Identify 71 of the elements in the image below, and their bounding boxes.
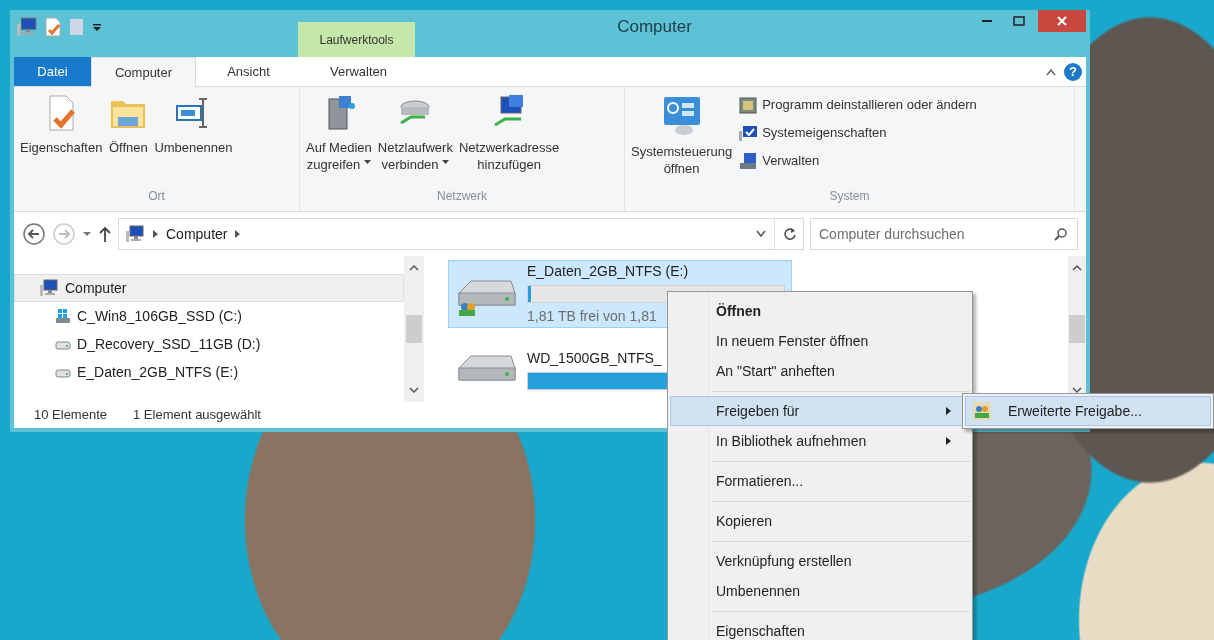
ribbon-tab[interactable]: Datei bbox=[14, 57, 91, 86]
drive-name: E_Daten_2GB_NTFS (E:) bbox=[527, 262, 690, 281]
search-field[interactable]: Computer durchsuchen bbox=[810, 218, 1078, 250]
scroll-down-icon[interactable] bbox=[409, 387, 419, 394]
ribbon-button[interactable]: Systemeigenschaften bbox=[736, 121, 979, 145]
chevron-icon bbox=[153, 230, 158, 238]
drive-name: WD_1500GB_NTFS_ bbox=[527, 349, 663, 368]
menu-item[interactable]: An "Start" anheften bbox=[670, 356, 970, 386]
scroll-thumb[interactable] bbox=[406, 315, 422, 343]
ribbon-button[interactable]: Systemsteuerung öffnen bbox=[629, 91, 735, 179]
scroll-up-icon[interactable] bbox=[409, 264, 419, 271]
monitor-check-icon bbox=[738, 123, 759, 143]
scroll-up-icon[interactable] bbox=[1072, 264, 1082, 271]
users-icon bbox=[972, 401, 992, 421]
group-label: System bbox=[828, 188, 871, 205]
ribbon-button[interactable]: Umbenennen bbox=[152, 91, 235, 158]
scrollbar[interactable] bbox=[404, 256, 424, 402]
tree-item[interactable]: C_Win8_106GB_SSD (C:) bbox=[14, 302, 404, 330]
document-check-icon[interactable] bbox=[44, 17, 62, 37]
back-icon[interactable] bbox=[22, 222, 46, 246]
menu-item[interactable]: Erweiterte Freigabe... bbox=[965, 396, 1211, 426]
minimize-icon bbox=[982, 20, 992, 22]
ribbon-button[interactable]: Auf Medien zugreifen bbox=[304, 91, 374, 175]
selection-count: 1 Element ausgewählt bbox=[133, 406, 261, 425]
menu-item[interactable]: Verknüpfung erstellen bbox=[670, 546, 970, 576]
computer-icon bbox=[16, 16, 38, 38]
computer-management-icon bbox=[738, 151, 759, 171]
scroll-thumb[interactable] bbox=[1069, 315, 1085, 343]
help-icon[interactable]: ? bbox=[1064, 62, 1082, 81]
search-icon bbox=[1054, 227, 1068, 241]
maximize-icon bbox=[1013, 16, 1025, 26]
menu-item[interactable]: In Bibliothek aufnehmen bbox=[670, 426, 970, 456]
windows-drive-icon bbox=[55, 308, 71, 324]
close-icon bbox=[1057, 16, 1067, 26]
dropdown-icon[interactable] bbox=[92, 22, 102, 32]
ribbon-button[interactable]: Eigenschaften bbox=[18, 91, 105, 158]
ribbon-tab[interactable]: Ansicht bbox=[196, 57, 301, 86]
tree-item[interactable]: Computer bbox=[14, 274, 404, 302]
contextual-tab-label: Laufwerktools bbox=[298, 22, 415, 57]
tree-item[interactable]: E_Daten_2GB_NTFS (E:) bbox=[14, 358, 404, 386]
close-button[interactable] bbox=[1038, 10, 1086, 32]
menu-item[interactable]: Umbenennen bbox=[670, 576, 970, 606]
menu-item[interactable]: Eigenschaften bbox=[670, 616, 970, 640]
ribbon-button[interactable]: Netzwerkadresse hinzufügen bbox=[456, 91, 562, 175]
ribbon-button[interactable]: Netzlaufwerk verbinden bbox=[375, 91, 455, 175]
collapse-ribbon-icon[interactable] bbox=[1046, 67, 1056, 76]
ribbon-button[interactable]: Programm deinstallieren oder ändern bbox=[736, 93, 979, 117]
computer-icon bbox=[39, 278, 59, 298]
computer-icon bbox=[125, 224, 145, 244]
window-title: Computer bbox=[616, 16, 693, 39]
menu-item[interactable]: In neuem Fenster öffnen bbox=[670, 326, 970, 356]
menu-item[interactable]: Kopieren bbox=[670, 506, 970, 536]
free-space-text: 1,81 TB frei von 1,81 bbox=[527, 307, 657, 326]
programs-icon bbox=[738, 95, 759, 115]
menu-item[interactable]: Formatieren... bbox=[670, 466, 970, 496]
dropdown-icon[interactable] bbox=[756, 230, 766, 238]
recent-dropdown-icon[interactable] bbox=[82, 230, 92, 238]
ribbon-button[interactable]: Öffnen bbox=[106, 91, 151, 158]
address-field[interactable]: Computer bbox=[118, 218, 804, 250]
group-label: Ort bbox=[147, 188, 166, 205]
ribbon-tab[interactable]: Verwalten bbox=[301, 57, 416, 86]
ribbon-tab[interactable]: Computer bbox=[91, 57, 196, 87]
group-label: Netzwerk bbox=[436, 188, 488, 205]
scroll-down-icon[interactable] bbox=[1072, 387, 1082, 394]
refresh-icon[interactable] bbox=[783, 227, 797, 241]
chevron-icon[interactable] bbox=[235, 230, 241, 238]
tree-item[interactable]: D_Recovery_SSD_11GB (D:) bbox=[14, 330, 404, 358]
up-arrow-icon[interactable] bbox=[98, 225, 112, 243]
item-count: 10 Elemente bbox=[34, 406, 107, 425]
ribbon-button[interactable]: Verwalten bbox=[736, 149, 979, 173]
breadcrumb-link[interactable]: Computer bbox=[166, 223, 228, 245]
